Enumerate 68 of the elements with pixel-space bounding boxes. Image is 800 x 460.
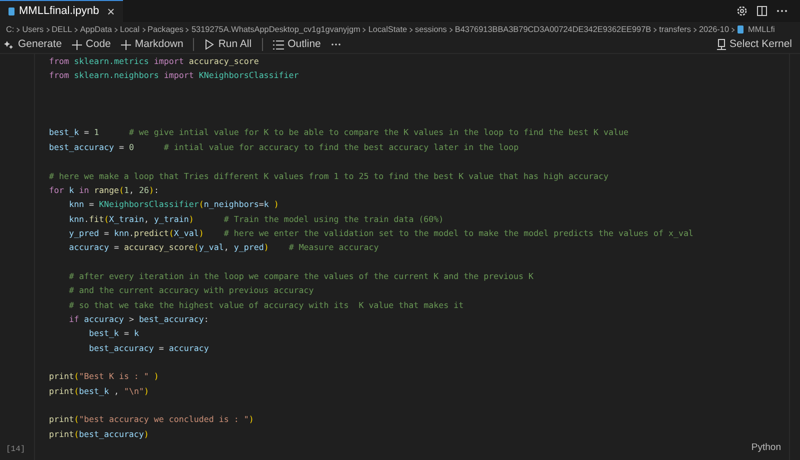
breadcrumb-item[interactable]: B4376913BBA3B79CD3A00724DE342E9362EE997B bbox=[454, 23, 652, 36]
chevron-icon bbox=[74, 26, 78, 32]
toolbar-button[interactable]: Outline bbox=[272, 37, 321, 53]
select-kernel-button[interactable]: Select Kernel bbox=[716, 37, 792, 53]
language-label[interactable]: Python bbox=[751, 441, 781, 456]
breadcrumb-item[interactable]: DELL bbox=[52, 23, 72, 36]
code-line: # here we make a loop that Tries different K values from 1 to 25 to find the best K value that has high accuracy bbox=[49, 170, 608, 183]
chevron-icon bbox=[114, 26, 118, 32]
chevron-icon bbox=[142, 26, 146, 32]
breadcrumb-item[interactable]: C: bbox=[6, 23, 14, 36]
code-line: # and the current accuracy with previous accuracy bbox=[68, 284, 314, 298]
chevron-icon bbox=[731, 26, 736, 32]
split-editor-icon[interactable] bbox=[756, 5, 768, 17]
code-line: from sklearn.metrics import accuracy_score bbox=[49, 54, 259, 68]
chevron-icon bbox=[16, 26, 20, 32]
breadcrumb-item[interactable]: 5319275A.WhatsAppDesktop_cv1g1gvanyjgm bbox=[191, 23, 360, 36]
toolbar-button[interactable]: Generate bbox=[4, 37, 62, 53]
code-line: print(best_k , "\n") bbox=[49, 384, 149, 398]
tab-title: MMLLfinal.ipynb bbox=[19, 4, 100, 20]
code-line: # after every iteration in the loop we compare the values of the current K and the previous K bbox=[68, 270, 534, 283]
chevron-icon bbox=[692, 26, 697, 32]
code-line: best_accuracy = 0 # intial value for accuracy to find the best accuracy later in the loop bbox=[49, 140, 519, 154]
plus-icon bbox=[72, 40, 82, 50]
chevron-icon bbox=[653, 26, 658, 32]
code-line: best_k = k bbox=[88, 327, 139, 340]
breadcrumb-item[interactable]: 2026-10 bbox=[698, 23, 730, 36]
toolbar-button[interactable]: Markdown bbox=[120, 37, 184, 53]
chevron-icon bbox=[46, 26, 50, 32]
code-line: # so that we take the highest value of accuracy with its K value that makes it bbox=[68, 298, 464, 312]
breadcrumb-item[interactable]: AppData bbox=[80, 23, 112, 36]
breadcrumb-item[interactable]: sessions bbox=[415, 23, 447, 36]
more-icon[interactable] bbox=[330, 43, 341, 46]
notebook-file-icon bbox=[8, 7, 15, 16]
code-line: print(best_accuracy) bbox=[49, 428, 149, 441]
editor-tab[interactable]: MMLLfinal.ipynb × bbox=[0, 0, 123, 22]
settings-icon[interactable] bbox=[736, 5, 748, 17]
close-icon[interactable]: × bbox=[107, 2, 115, 22]
code-line: knn = KNeighborsClassifier(n_neighbors=k ) bbox=[68, 198, 279, 212]
notebook-file-icon bbox=[737, 25, 744, 34]
code-line: accuracy = accuracy_score(y_val, y_pred) # Measure accuracy bbox=[68, 241, 379, 254]
toolbar-button[interactable]: Run All bbox=[204, 37, 252, 53]
code-line: print("best accuracy we concluded is : ") bbox=[49, 413, 254, 426]
code-line: print("Best K is : " ) bbox=[49, 370, 159, 384]
code-line: y_pred = knn.predict(X_val) # here we enter the validation set to the model to make the model predicts the values of x_val bbox=[68, 226, 694, 240]
code-line: from sklearn.neighbors import KNeighborsClassifier bbox=[49, 69, 299, 82]
execution-count: [14] bbox=[6, 444, 26, 456]
more-icon[interactable] bbox=[776, 9, 788, 13]
run-icon bbox=[204, 39, 214, 50]
chevron-icon bbox=[185, 26, 190, 32]
breadcrumb-item[interactable]: LocalState bbox=[368, 23, 408, 36]
code-line: knn.fit(X_train, y_train) # Train the model using the train data (60%) bbox=[68, 212, 444, 226]
code-line: for k in range(1, 26): bbox=[49, 184, 159, 197]
chevron-icon bbox=[448, 26, 453, 32]
sparkle-icon bbox=[4, 40, 14, 50]
server-icon bbox=[716, 39, 726, 50]
code-line: best_k = 1 # we give intial value for K to be able to compare the K values in the loop to find the best K value bbox=[49, 126, 628, 140]
list-icon bbox=[272, 40, 284, 50]
breadcrumb-item[interactable]: Packages bbox=[148, 23, 184, 36]
plus-icon bbox=[120, 40, 131, 50]
breadcrumb-item[interactable]: transfers bbox=[659, 23, 691, 36]
toolbar-button[interactable]: Code bbox=[72, 37, 111, 53]
breadcrumb-item[interactable]: Local bbox=[120, 23, 140, 36]
breadcrumb-item[interactable]: Users bbox=[22, 23, 44, 36]
chevron-icon bbox=[409, 26, 414, 32]
code-line: if accuracy > best_accuracy: bbox=[68, 312, 209, 326]
breadcrumb-item[interactable]: MMLLfi bbox=[748, 23, 775, 36]
chevron-icon bbox=[362, 26, 366, 32]
code-line: best_accuracy = accuracy bbox=[88, 342, 209, 355]
